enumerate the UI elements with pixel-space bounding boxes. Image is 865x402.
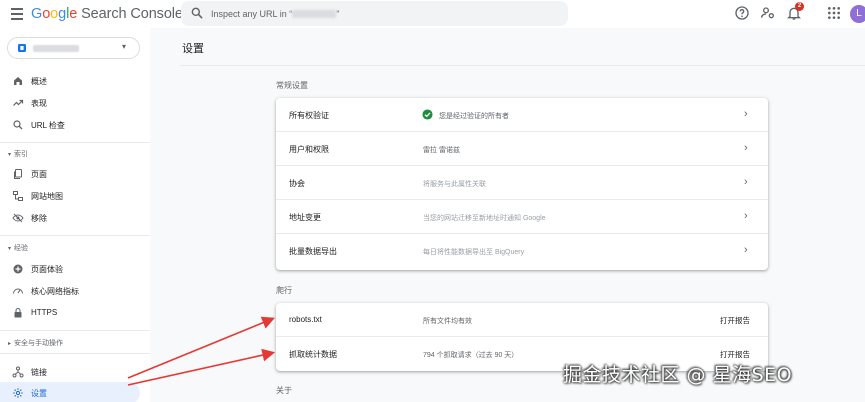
sidebar-item-removals[interactable]: 移除 — [0, 207, 140, 229]
chevron-right-icon: ▸ — [8, 341, 12, 347]
search-icon — [13, 120, 23, 130]
sidebar-item-url-inspection[interactable]: URL 检查 — [0, 114, 140, 136]
help-icon[interactable] — [734, 5, 750, 21]
pages-icon — [14, 169, 22, 179]
home-icon — [14, 77, 22, 85]
url-inspection-search[interactable]: Inspect any URL in “” — [181, 1, 568, 26]
chevron-down-icon: ▾ — [122, 42, 127, 51]
watermark: 掘金技术社区 @ 星海SEO — [563, 364, 793, 386]
sidebar-item-performance[interactable]: 表现 — [0, 92, 140, 114]
setting-row-ownership[interactable]: 所有权验证 您是经过验证的所有者 › — [276, 98, 768, 132]
sidebar-divider — [0, 330, 150, 331]
sidebar-divider — [0, 353, 150, 354]
chevron-right-icon: › — [744, 210, 748, 222]
setting-row-change-of-address[interactable]: 地址变更 当您的网站迁移至新地址时通知 Google › — [276, 200, 768, 234]
section-heading-about: 关于 — [276, 386, 292, 395]
chevron-right-icon: › — [744, 244, 748, 256]
general-settings-card: 所有权验证 您是经过验证的所有者 › 用户和权限 雷拉 雷诺兹 › 协会 将服务… — [276, 98, 768, 270]
notifications-button[interactable]: 2 — [786, 2, 804, 21]
search-icon — [191, 7, 203, 19]
settings-page: 设置 常规设置 所有权验证 您是经过验证的所有者 › 用户和权限 雷拉 雷诺兹 … — [150, 28, 865, 402]
title-divider — [180, 65, 865, 66]
sidebar: ▾ 概述 表现 URL 检查 ▾ 索引 页面 网站地图 移除 ▾ 经验 页面体验 核… — [0, 28, 150, 402]
search-input[interactable]: Inspect any URL in “” — [211, 5, 551, 22]
sidebar-section-security[interactable]: ▸ 安全与手动操作 — [8, 338, 63, 348]
property-name-redacted — [33, 45, 79, 52]
property-icon — [18, 44, 26, 52]
sidebar-item-overview[interactable]: 概述 — [0, 70, 140, 92]
sidebar-item-sitemaps[interactable]: 网站地图 — [0, 185, 140, 207]
apps-grid-icon[interactable] — [826, 5, 842, 21]
redacted-domain — [292, 9, 337, 18]
section-heading-crawling: 爬行 — [276, 286, 292, 295]
chevron-right-icon: › — [744, 108, 748, 120]
sidebar-item-settings[interactable]: 设置 — [0, 382, 140, 402]
open-report-link[interactable]: 打开报告 — [720, 315, 750, 326]
check-circle-icon — [422, 109, 433, 120]
add-circle-icon — [13, 264, 23, 274]
notification-count-badge: 2 — [795, 2, 804, 11]
setting-row-bulk-export[interactable]: 批量数据导出 每日将性能数据导出至 BigQuery › — [276, 234, 768, 268]
chevron-down-icon: ▾ — [8, 246, 12, 252]
chevron-right-icon: › — [744, 176, 748, 188]
section-heading-general: 常规设置 — [276, 81, 308, 90]
logo-product-text: Search Console — [77, 6, 183, 22]
visibility-off-icon — [12, 213, 24, 223]
sidebar-item-https[interactable]: HTTPS — [0, 302, 140, 324]
property-selector[interactable]: ▾ — [7, 37, 140, 59]
chevron-down-icon: ▾ — [8, 152, 12, 158]
sidebar-item-core-web-vitals[interactable]: 核心网络指标 — [0, 280, 140, 302]
open-report-link[interactable]: 打开报告 — [720, 349, 750, 360]
search-console-logo[interactable]: Google Search Console — [31, 6, 183, 22]
sidebar-section-experience[interactable]: ▾ 经验 — [8, 243, 28, 253]
chevron-right-icon: › — [744, 142, 748, 154]
sidebar-item-page-experience[interactable]: 页面体验 — [0, 258, 140, 280]
manage-users-icon[interactable] — [760, 5, 776, 21]
sidebar-section-index[interactable]: ▾ 索引 — [8, 149, 28, 159]
page-title: 设置 — [182, 43, 204, 55]
setting-row-associations[interactable]: 协会 将服务与此属性关联 › — [276, 166, 768, 200]
sidebar-item-links[interactable]: 链接 — [0, 361, 140, 383]
gear-icon — [13, 388, 23, 398]
account-avatar[interactable]: L — [850, 5, 865, 23]
logo-google-text: Google — [31, 6, 78, 22]
top-app-bar: Google Search Console Inspect any URL in… — [0, 0, 865, 28]
speed-gauge-icon — [13, 288, 23, 294]
setting-row-robots-txt[interactable]: robots.txt 所有文件均有效 打开报告 — [276, 303, 768, 337]
sidebar-divider — [0, 235, 150, 236]
sidebar-item-pages[interactable]: 页面 — [0, 163, 140, 185]
sitemap-icon — [13, 191, 23, 201]
setting-row-users[interactable]: 用户和权限 雷拉 雷诺兹 › — [276, 132, 768, 166]
main-menu-button[interactable] — [9, 6, 25, 22]
menu-icon — [11, 8, 23, 10]
sidebar-divider — [0, 142, 150, 143]
lock-icon — [14, 308, 22, 318]
links-icon — [12, 366, 24, 378]
trending-up-icon — [13, 99, 24, 106]
